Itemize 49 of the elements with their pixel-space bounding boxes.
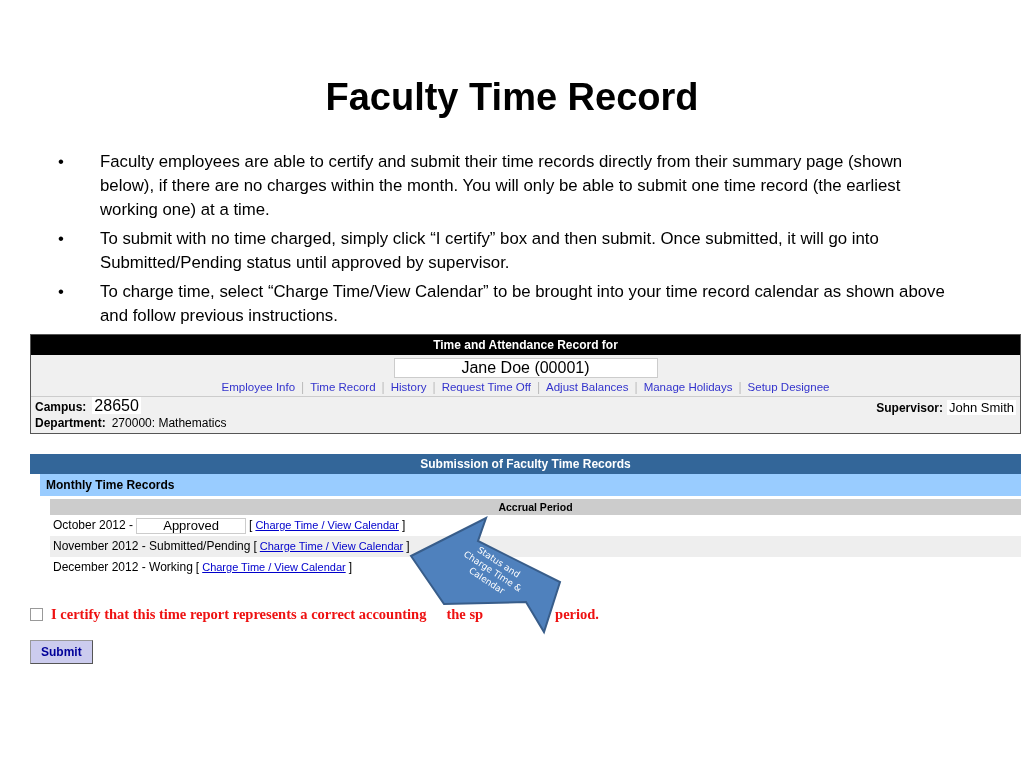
nav-link[interactable]: Setup Designee <box>747 381 830 393</box>
bullet-text: To charge time, select “Charge Time/View Calendar” to be brought into your time record calendar as shown above and follow previous instructions. <box>100 281 946 327</box>
slide-title: Faculty Time Record <box>324 75 700 120</box>
supervisor-label: Supervisor: <box>876 401 943 415</box>
record-period: November 2012 - Submitted/Pending <box>53 538 251 555</box>
calendar-link[interactable]: Charge Time / View Calendar <box>255 515 399 536</box>
department-value: 270000: Mathematics <box>111 416 227 430</box>
bracket: ] <box>348 559 352 576</box>
nav-separator: | <box>301 380 305 394</box>
nav-separator: | <box>634 380 638 394</box>
bullet-text: Faculty employees are able to certify and submit their time records directly from their summary page (shown below), if there are no charges within the month. You will only be able to submit one time record (the earliest working one) at a time. <box>100 151 904 221</box>
campus-label: Campus: <box>35 400 87 414</box>
status-field: Approved <box>136 517 247 534</box>
bracket: [ <box>249 517 253 534</box>
certify-text: the sp <box>446 606 484 623</box>
bullet-marker: • <box>58 151 65 173</box>
nav-separator: | <box>536 380 541 394</box>
column-title: Accrual Period <box>498 501 573 513</box>
header-title: Time and Attendance Record for <box>433 338 618 352</box>
nav-link[interactable]: Request Time Off <box>441 381 531 393</box>
nav-separator: | <box>432 380 436 394</box>
record-period: December 2012 - Working <box>53 559 193 576</box>
supervisor-field: John Smith <box>946 400 1016 415</box>
bracket: [ <box>253 538 257 555</box>
calendar-link[interactable]: Charge Time / View Calendar <box>259 536 404 557</box>
bracket: ] <box>401 517 406 534</box>
certify-text: period. <box>555 606 599 623</box>
nav-link[interactable]: Manage Holidays <box>643 381 733 393</box>
nav-link[interactable]: Time Record <box>310 381 376 393</box>
campus-field: 28650 <box>92 397 141 414</box>
bracket: ] <box>406 538 410 555</box>
record-period: October 2012 - <box>53 517 134 534</box>
certify-text: I certify that this time report represents a correct accounting <box>51 606 427 623</box>
certify-checkbox[interactable] <box>30 608 43 621</box>
nav-separator: | <box>381 380 385 394</box>
nav-link[interactable]: History <box>390 381 427 393</box>
bracket: [ <box>195 559 200 576</box>
nav-link[interactable]: Employee Info <box>221 381 296 393</box>
nav-link[interactable]: Adjust Balances <box>546 381 629 393</box>
bullet-text: To submit with no time charged, simply click “I certify” box and then submit. Once submitted, it will go into Submitted/Pending status until approved by supervisor. <box>100 228 880 274</box>
department-label: Department: <box>35 416 106 430</box>
employee-field: Jane Doe (00001) <box>393 358 658 378</box>
section-title: Monthly Time Records <box>46 478 175 492</box>
calendar-link[interactable]: Charge Time / View Calendar <box>202 557 346 578</box>
nav-separator: | <box>738 380 742 394</box>
bullet-marker: • <box>58 281 65 303</box>
bullet-marker: • <box>58 228 65 250</box>
submission-title: Submission of Faculty Time Records <box>420 457 631 471</box>
submit-button[interactable]: Submit <box>30 640 93 664</box>
